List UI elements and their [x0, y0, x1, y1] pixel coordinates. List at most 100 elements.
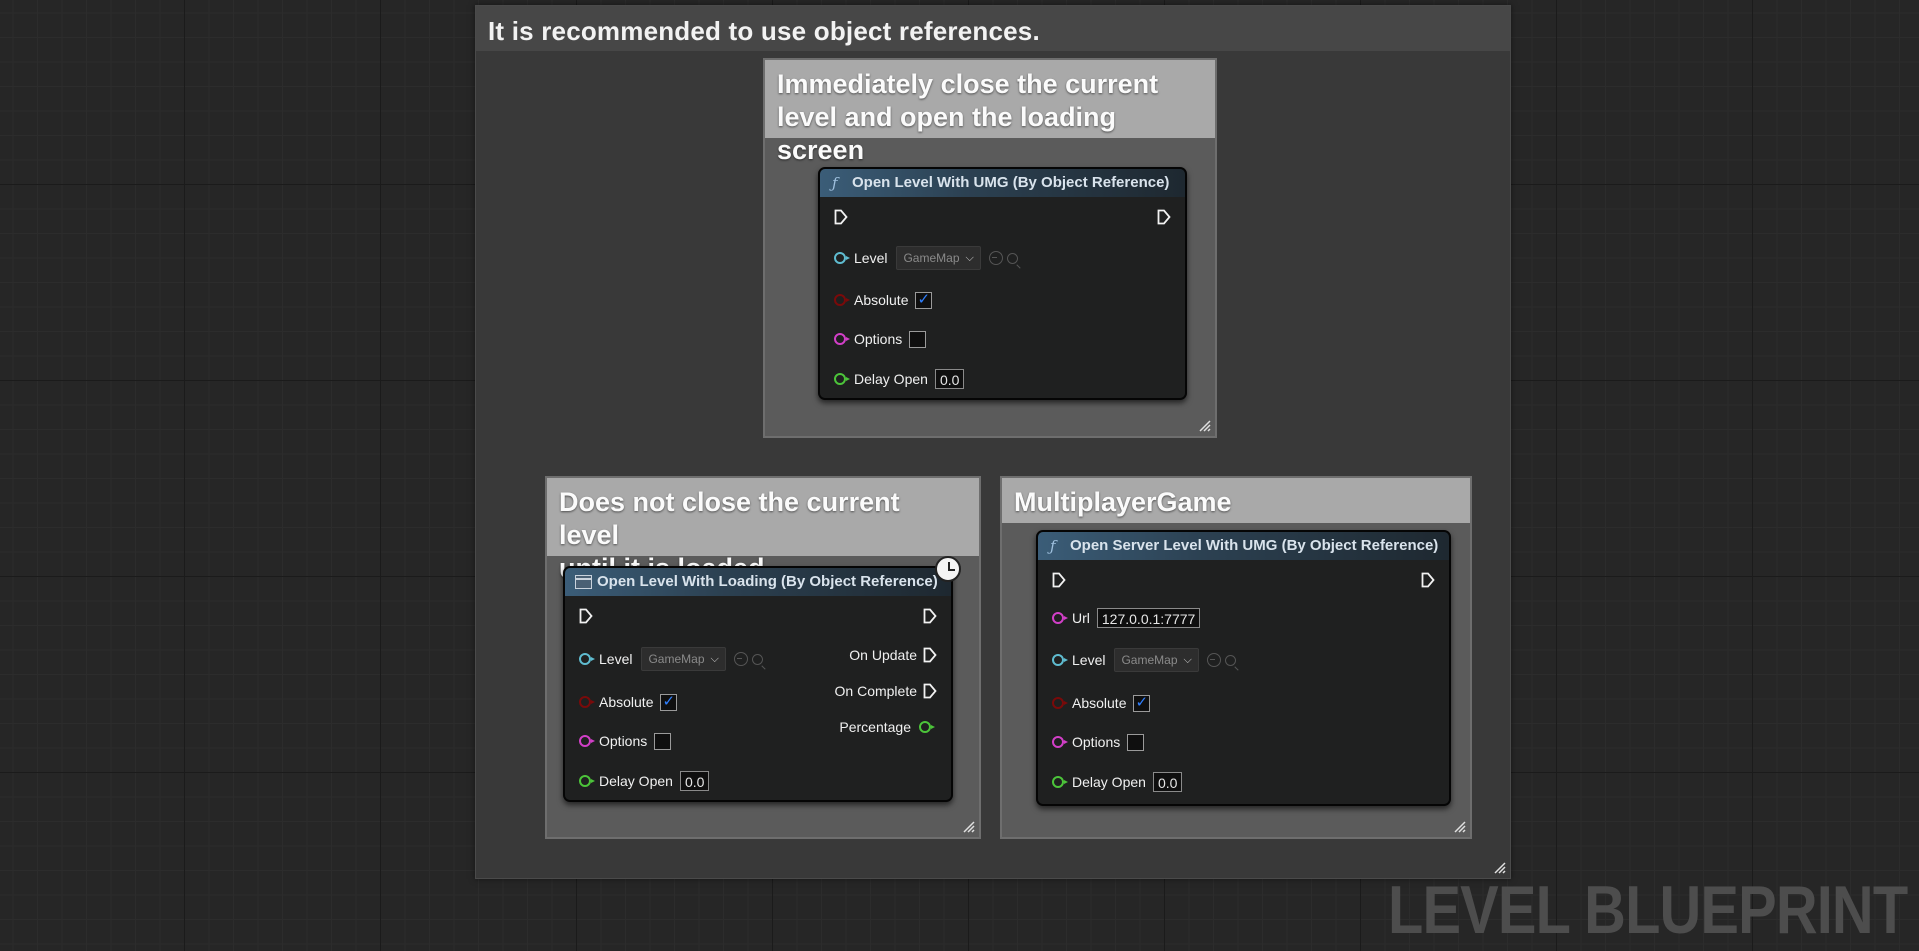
comment-title[interactable]: It is recommended to use object referenc… — [476, 6, 1510, 51]
node-open-level-with-umg[interactable]: ƒ Open Level With UMG (By Object Referen… — [818, 167, 1187, 400]
latent-clock-icon — [935, 556, 961, 582]
pin-label: Percentage — [839, 719, 911, 735]
function-icon: ƒ — [832, 174, 838, 192]
pin-label: Options — [1072, 734, 1121, 750]
comment-title[interactable]: Immediately close the current level and … — [765, 60, 1215, 165]
pin-label: Delay Open — [599, 773, 673, 789]
pin-label: Options — [854, 331, 903, 347]
object-pin-icon[interactable] — [579, 653, 595, 665]
exec-out-pin-icon[interactable] — [923, 683, 937, 699]
browse-asset-search-icon[interactable] — [751, 653, 763, 665]
level-pin-row: Level GameMap ⌵ — [1052, 648, 1236, 672]
use-selected-asset-icon[interactable] — [988, 251, 1003, 265]
absolute-checkbox[interactable] — [1133, 693, 1151, 712]
absolute-pin-row: Absolute — [579, 691, 678, 713]
dropdown-value: GameMap — [648, 652, 705, 666]
comment-title[interactable]: MultiplayerGame — [1002, 478, 1470, 523]
exec-out-pin-icon[interactable] — [923, 608, 937, 624]
object-pin-icon[interactable] — [834, 252, 850, 264]
exec-in-pin-icon[interactable] — [834, 209, 848, 225]
comment-title-line: Does not close the current level — [559, 487, 900, 550]
node-body: Level GameMap ⌵ Absolute Options Delay O… — [820, 197, 1185, 398]
percentage-pin-row: Percentage — [839, 716, 937, 738]
pin-label: On Update — [849, 647, 917, 663]
bool-pin-icon[interactable] — [579, 696, 595, 708]
node-header[interactable]: ƒ Open Server Level With UMG (By Object … — [1038, 532, 1449, 561]
absolute-pin-row: Absolute — [834, 289, 933, 311]
float-pin-icon[interactable] — [579, 775, 595, 787]
delay-open-input[interactable]: 0.0 — [1152, 772, 1183, 792]
pin-label: Url — [1072, 610, 1090, 626]
level-asset-dropdown[interactable]: GameMap ⌵ — [1114, 648, 1199, 672]
options-pin-row: Options — [1052, 731, 1145, 753]
comment-title-line: level and open the loading screen — [777, 102, 1117, 165]
node-title: Open Server Level With UMG (By Object Re… — [1070, 537, 1439, 554]
bool-pin-icon[interactable] — [834, 294, 850, 306]
resize-handle-icon[interactable] — [961, 819, 975, 833]
node-open-server-level-with-umg[interactable]: ƒ Open Server Level With UMG (By Object … — [1036, 530, 1451, 806]
function-icon: ƒ — [1050, 537, 1056, 555]
options-pin-row: Options — [834, 328, 927, 350]
delay-open-pin-row: Delay Open 0.0 — [1052, 771, 1183, 793]
chevron-down-icon: ⌵ — [710, 653, 719, 665]
options-field[interactable] — [1127, 733, 1145, 751]
exec-in-pin-icon[interactable] — [579, 608, 593, 624]
float-pin-icon[interactable] — [1052, 776, 1068, 788]
node-header[interactable]: Open Level With Loading (By Object Refer… — [565, 568, 951, 597]
browse-asset-search-icon[interactable] — [1224, 654, 1236, 666]
use-selected-asset-icon[interactable] — [733, 652, 748, 666]
string-pin-icon[interactable] — [1052, 612, 1068, 624]
comment-title[interactable]: Does not close the current level until i… — [547, 478, 979, 583]
pin-label: Absolute — [854, 292, 909, 308]
dropdown-value: GameMap — [903, 251, 960, 265]
pin-label: Absolute — [1072, 695, 1127, 711]
pin-label: Level — [599, 651, 633, 667]
comment-title-line: Immediately close the current — [777, 69, 1159, 99]
node-body: Level GameMap ⌵ Absolute Options Delay O… — [565, 596, 951, 800]
string-pin-icon[interactable] — [1052, 736, 1068, 748]
node-open-level-with-loading[interactable]: Open Level With Loading (By Object Refer… — [563, 556, 961, 802]
options-pin-row: Options — [579, 730, 672, 752]
level-asset-dropdown[interactable]: GameMap ⌵ — [896, 246, 981, 270]
object-pin-icon[interactable] — [1052, 654, 1068, 666]
on-update-pin-row: On Update — [849, 644, 937, 666]
options-field[interactable] — [909, 330, 927, 348]
resize-handle-icon[interactable] — [1197, 418, 1211, 432]
exec-in-pin-icon[interactable] — [1052, 572, 1066, 588]
url-input[interactable]: 127.0.0.1:7777 — [1096, 608, 1201, 628]
string-pin-icon[interactable] — [579, 735, 595, 747]
level-blueprint-watermark: LEVEL BLUEPRINT — [1388, 872, 1908, 948]
exec-out-pin-icon[interactable] — [923, 647, 937, 663]
node-title: Open Level With UMG (By Object Reference… — [852, 174, 1170, 191]
level-pin-row: Level GameMap ⌵ — [579, 647, 763, 671]
delay-open-pin-row: Delay Open 0.0 — [579, 770, 710, 792]
browse-asset-search-icon[interactable] — [1006, 252, 1018, 264]
node-body: Url 127.0.0.1:7777 Level GameMap ⌵ Absol… — [1038, 560, 1449, 804]
options-field[interactable] — [654, 732, 672, 750]
float-pin-icon[interactable] — [919, 721, 935, 733]
macro-icon — [575, 575, 592, 589]
exec-out-pin-icon[interactable] — [1421, 572, 1435, 588]
level-asset-dropdown[interactable]: GameMap ⌵ — [641, 647, 726, 671]
chevron-down-icon: ⌵ — [965, 252, 974, 264]
pin-label: Level — [854, 250, 888, 266]
resize-handle-icon[interactable] — [1452, 819, 1466, 833]
float-pin-icon[interactable] — [834, 373, 850, 385]
node-header[interactable]: ƒ Open Level With UMG (By Object Referen… — [820, 169, 1185, 198]
on-complete-pin-row: On Complete — [835, 680, 937, 702]
delay-open-input[interactable]: 0.0 — [934, 369, 965, 389]
exec-out-pin-icon[interactable] — [1157, 209, 1171, 225]
chevron-down-icon: ⌵ — [1183, 654, 1192, 666]
absolute-checkbox[interactable] — [915, 290, 933, 309]
bool-pin-icon[interactable] — [1052, 697, 1068, 709]
dropdown-value: GameMap — [1121, 653, 1178, 667]
pin-label: Options — [599, 733, 648, 749]
pin-label: On Complete — [834, 683, 917, 699]
pin-label: Level — [1072, 652, 1106, 668]
string-pin-icon[interactable] — [834, 333, 850, 345]
absolute-checkbox[interactable] — [660, 692, 678, 711]
delay-open-input[interactable]: 0.0 — [679, 771, 710, 791]
use-selected-asset-icon[interactable] — [1206, 653, 1221, 667]
pin-label: Delay Open — [854, 371, 928, 387]
node-title: Open Level With Loading (By Object Refer… — [597, 573, 938, 590]
